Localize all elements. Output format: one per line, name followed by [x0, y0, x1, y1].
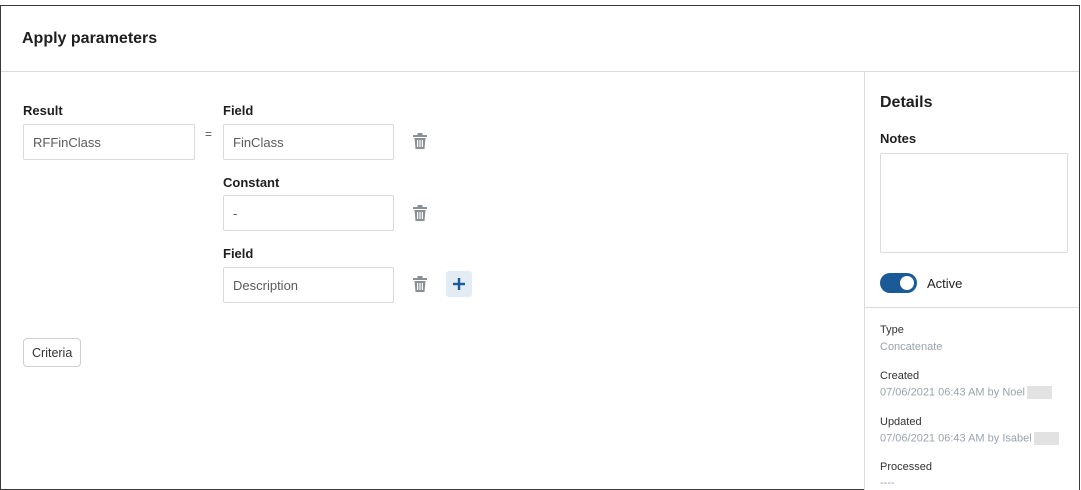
created-label: Created	[880, 370, 920, 382]
delete-param-2-icon[interactable]	[413, 205, 427, 221]
updated-label: Updated	[880, 416, 922, 428]
param-3-input[interactable]: Description	[223, 267, 394, 303]
processed-value: ----	[880, 477, 895, 489]
panel-header: Apply parameters	[1, 6, 1079, 72]
details-sidebar: Details Notes Active Type Concatenate Cr…	[864, 72, 1079, 490]
processed-label: Processed	[880, 461, 932, 473]
created-text: 07/06/2021 06:43 AM by Noel	[880, 386, 1025, 399]
redacted-name	[1026, 386, 1052, 399]
equals-sign: =	[205, 127, 213, 141]
details-divider	[865, 307, 1079, 308]
updated-value: 07/06/2021 06:43 AM by Isabel	[880, 432, 1059, 445]
param-1-label: Field	[223, 103, 254, 118]
param-2-label: Constant	[223, 175, 280, 190]
notes-textarea[interactable]	[880, 153, 1068, 253]
created-value: 07/06/2021 06:43 AM by Noel	[880, 386, 1052, 399]
page-title: Apply parameters	[22, 30, 158, 47]
delete-param-3-icon[interactable]	[413, 276, 427, 292]
updated-text: 07/06/2021 06:43 AM by Isabel	[880, 432, 1032, 445]
result-input[interactable]: RFFinClass	[23, 124, 195, 160]
delete-param-1-icon[interactable]	[413, 133, 427, 149]
add-param-button[interactable]	[446, 271, 472, 297]
details-title: Details	[880, 94, 933, 111]
redacted-name	[1033, 432, 1059, 445]
active-toggle[interactable]	[880, 273, 917, 293]
toggle-knob	[900, 276, 914, 290]
result-label: Result	[23, 103, 63, 118]
notes-label: Notes	[880, 131, 917, 146]
param-2-input[interactable]: -	[223, 195, 394, 231]
param-3-label: Field	[223, 246, 254, 261]
type-label: Type	[880, 324, 904, 336]
type-value: Concatenate	[880, 341, 943, 353]
plus-icon	[453, 278, 465, 290]
param-1-input[interactable]: FinClass	[223, 124, 394, 160]
parameters-editor: Result RFFinClass = Field FinClass Const…	[1, 72, 864, 490]
active-label: Active	[927, 276, 963, 291]
apply-parameters-panel: Apply parameters Result RFFinClass = Fie…	[0, 5, 1080, 490]
criteria-button[interactable]: Criteria	[23, 338, 82, 367]
